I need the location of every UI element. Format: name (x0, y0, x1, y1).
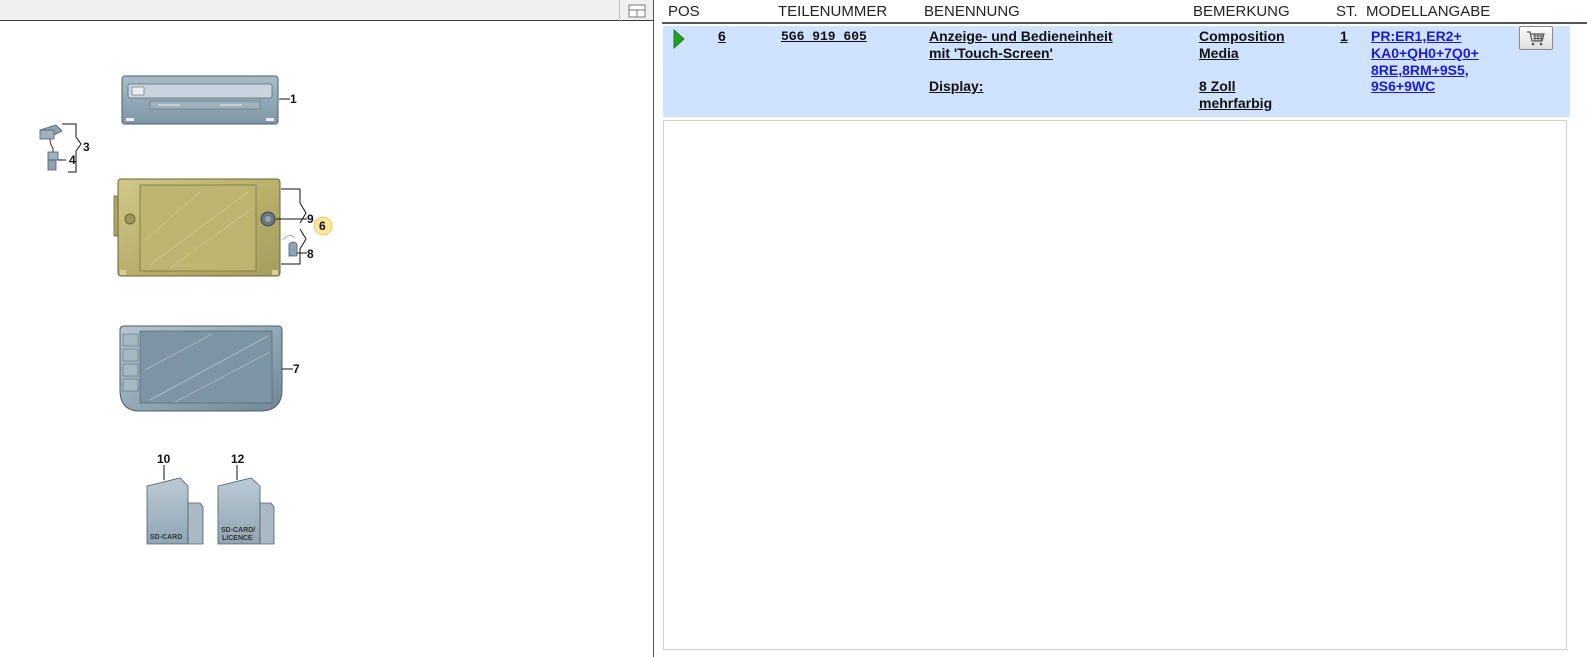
part-8-clip[interactable] (282, 235, 298, 257)
row-pos-link[interactable]: 6 (718, 28, 726, 45)
callout-4[interactable]: 4 (69, 153, 76, 167)
row-model-line-2[interactable]: KA0+QH0+7Q0+ (1371, 45, 1479, 62)
row-remark-line-4[interactable]: mehrfarbig (1199, 95, 1272, 112)
callout-10[interactable]: 10 (157, 452, 171, 466)
parts-table-pane: POS TEILENUMMER BENENNUNG BEMERKUNG ST. … (660, 0, 1587, 657)
header-benennung[interactable]: BENENNUNG (924, 3, 1020, 20)
part-10-sd-card[interactable]: SD-CARD (146, 465, 204, 545)
split-layout-icon (628, 4, 645, 17)
parts-diagram: 1 3 4 9 6 8 7 SD-CARD 10 SD-CARD/ LICENC… (39, 75, 333, 545)
layout-toggle-button[interactable] (619, 0, 653, 21)
callout-8[interactable]: 8 (307, 247, 314, 261)
row-description-line-1[interactable]: Anzeige- und Bedieneinheit (929, 28, 1113, 45)
callout-12[interactable]: 12 (231, 452, 245, 466)
part-3-4-connector[interactable] (39, 124, 63, 171)
header-teilenummer[interactable]: TEILENUMMER (778, 3, 887, 20)
row-part-number-link[interactable]: 5G6 919 605 (781, 28, 867, 45)
diagram-pane: 1 3 4 9 6 8 7 SD-CARD 10 SD-CARD/ LICENC… (0, 0, 653, 657)
callout-1[interactable]: 1 (290, 92, 297, 106)
row-remark-line-1[interactable]: Composition (1199, 28, 1285, 45)
shopping-cart-icon (1527, 31, 1545, 46)
callout-6[interactable]: 6 (319, 219, 326, 233)
header-modellangabe[interactable]: MODELLANGABE (1366, 3, 1490, 20)
callout-3[interactable]: 3 (83, 140, 90, 154)
sd-card-licence-label-2: LICENCE (222, 535, 253, 542)
part-12-sd-card-licence[interactable]: SD-CARD/ LICENCE (217, 465, 275, 545)
header-bemerkung[interactable]: BEMERKUNG (1193, 3, 1290, 20)
row-description-line-3[interactable]: Display: (929, 78, 983, 95)
row-quantity[interactable]: 1 (1340, 28, 1348, 45)
callout-9[interactable]: 9 (307, 212, 314, 226)
row-remark-line-2[interactable]: Media (1199, 45, 1239, 62)
header-st[interactable]: ST. (1336, 3, 1358, 20)
part-6-display-unit[interactable] (113, 178, 281, 277)
table-header: POS TEILENUMMER BENENNUNG BEMERKUNG ST. … (662, 0, 1587, 24)
row-model-line-4[interactable]: 9S6+9WC (1371, 78, 1435, 95)
callout-7[interactable]: 7 (293, 362, 300, 376)
row-model-line-1[interactable]: PR:ER1,ER2+ (1371, 28, 1462, 45)
row-model-line-3[interactable]: 8RE,8RM+9S5, (1371, 62, 1469, 79)
row-description-line-2[interactable]: mit 'Touch-Screen' (929, 45, 1053, 62)
sd-card-licence-label-1: SD-CARD/ (221, 527, 255, 534)
pane-divider[interactable] (653, 0, 654, 657)
table-row[interactable]: 6 5G6 919 605 Anzeige- und Bedieneinheit… (663, 26, 1570, 117)
play-icon[interactable] (673, 29, 685, 49)
sd-card-label: SD-CARD (150, 534, 182, 541)
diagram-toolbar (0, 0, 653, 21)
parts-list-empty-area (663, 120, 1567, 650)
part-7-display-screen[interactable] (119, 325, 283, 412)
header-pos[interactable]: POS (668, 3, 700, 20)
add-to-cart-button[interactable] (1519, 26, 1553, 50)
part-1-radio-unit[interactable] (121, 75, 279, 125)
row-remark-line-3[interactable]: 8 Zoll (1199, 78, 1236, 95)
